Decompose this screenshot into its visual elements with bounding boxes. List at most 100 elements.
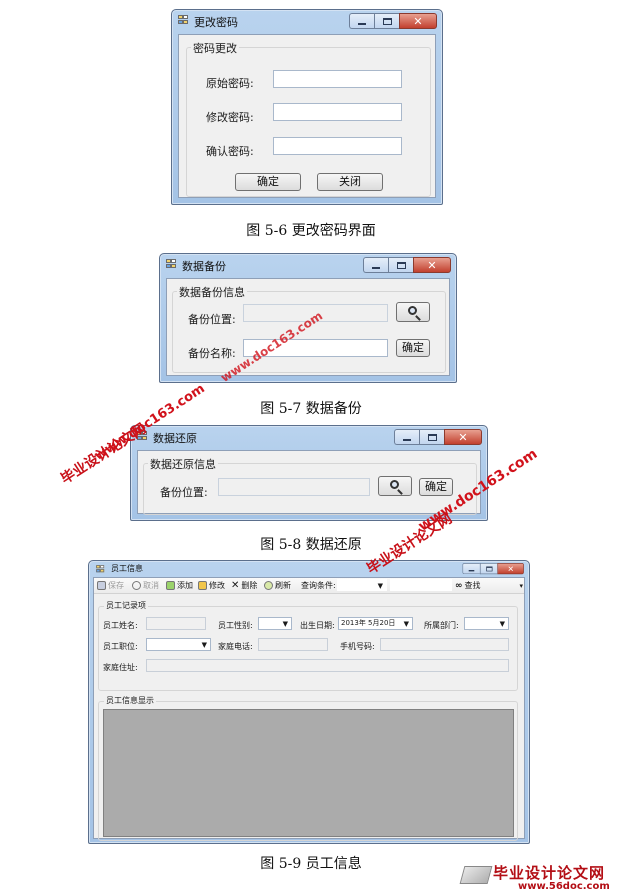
new-password-label: 修改密码: [206,111,254,124]
restore-location-label: 备份位置: [160,486,208,499]
close-icon: ✕ [458,431,468,444]
chevron-down-icon: ▼ [282,620,288,628]
title-bar[interactable]: 更改密码 ✕ [172,10,442,32]
employee-gender-select[interactable]: ▼ [258,617,292,630]
close-window-button[interactable]: ✕ [497,563,524,575]
employee-gender-label: 员工性别: [218,621,253,630]
footer-watermark-url: www.56doc.com [518,881,610,892]
window-client: 数据还原信息 备份位置: 确定 [137,450,481,515]
maximize-icon [397,262,406,269]
chevron-down-icon: ▼ [499,620,505,628]
search-icon [390,480,399,489]
footer-logo-icon [459,866,493,884]
chevron-down-icon: ▼ [201,641,207,649]
window-title: 员工信息 [111,564,143,573]
save-label: 保存 [108,581,124,590]
close-window-button[interactable]: ✕ [413,257,451,273]
restore-group-label: 数据还原信息 [148,456,218,472]
backup-location-label: 备份位置: [188,313,236,326]
maximize-button[interactable] [479,563,498,575]
query-condition-label: 查询条件: [301,581,336,590]
employee-position-select[interactable]: ▼ [146,638,211,651]
query-condition-select[interactable]: ▼ [337,579,387,591]
home-address-input[interactable] [146,659,509,672]
save-button[interactable]: 保存 [97,580,124,591]
birth-date-value: 2013年 5月20日 [341,619,396,627]
home-phone-input[interactable] [258,638,328,651]
original-password-input[interactable] [273,70,402,88]
edit-button[interactable]: 修改 [198,580,225,591]
refresh-icon [264,581,273,590]
toolbar: 保存 取消 添加 修改 ✕ 删除 刷新 查询条件: ▼ ∞ 查找 ▾ [94,578,524,594]
add-button[interactable]: 添加 [166,580,193,591]
window-title: 数据还原 [153,432,197,445]
backup-name-label: 备份名称: [188,347,236,360]
query-input[interactable] [390,579,452,591]
cancel-button[interactable]: 取消 [132,580,159,591]
window-client: 保存 取消 添加 修改 ✕ 删除 刷新 查询条件: ▼ ∞ 查找 ▾ 员工记录项 员… [93,577,525,841]
minimize-button[interactable] [363,257,388,273]
home-address-label: 家庭住址: [103,663,138,672]
close-icon: ✕ [413,15,423,28]
binoculars-icon: ∞ [455,580,463,591]
data-restore-window: 数据还原 ✕ 数据还原信息 备份位置: 确定 [130,425,488,521]
app-icon [166,259,178,270]
window-client: 密码更改 原始密码: 修改密码: 确认密码: 确定 关闭 [178,34,436,198]
title-bar[interactable]: 数据还原 ✕ [131,426,487,448]
window-title: 数据备份 [182,260,226,273]
caption-figure-5-8: 图 5-8 数据还原 [260,537,362,553]
browse-button[interactable] [378,476,412,496]
chevron-down-icon: ▼ [377,582,383,590]
employee-name-label: 员工姓名: [103,621,138,630]
edit-label: 修改 [209,581,225,590]
maximize-icon [383,18,392,25]
delete-icon: ✕ [231,580,240,591]
close-window-button[interactable]: ✕ [399,13,437,29]
maximize-button[interactable] [374,13,399,29]
display-group-label: 员工信息显示 [104,695,156,706]
employee-data-grid[interactable] [103,709,514,837]
title-bar[interactable]: 数据备份 ✕ [160,254,456,276]
original-password-label: 原始密码: [206,77,254,90]
confirm-password-input[interactable] [273,137,402,155]
backup-ok-button[interactable]: 确定 [396,339,430,357]
new-password-input[interactable] [273,103,402,121]
close-window-button[interactable]: ✕ [444,429,482,445]
close-button[interactable]: 关闭 [317,173,383,191]
toolbar-overflow-icon[interactable]: ▾ [519,582,523,590]
search-icon [408,306,417,315]
birth-date-picker[interactable]: 2013年 5月20日 ▼ [338,617,413,630]
cancel-label: 取消 [143,581,159,590]
employee-name-input[interactable] [146,617,206,630]
close-icon: ✕ [427,259,437,272]
maximize-button[interactable] [388,257,413,273]
mobile-input[interactable] [380,638,509,651]
restore-location-input[interactable] [218,478,370,496]
minimize-button[interactable] [394,429,419,445]
maximize-button[interactable] [419,429,444,445]
employee-position-label: 员工职位: [103,642,138,651]
department-label: 所属部门: [424,621,459,630]
app-icon [96,565,106,574]
delete-label: 删除 [241,581,258,590]
maximize-icon [486,566,493,572]
browse-button[interactable] [396,302,430,322]
ok-button[interactable]: 确定 [235,173,301,191]
department-select[interactable]: ▼ [464,617,509,630]
undo-icon [132,581,141,590]
employee-info-window: 员工信息 ✕ 保存 取消 添加 修改 ✕ 删除 刷新 查询条件: ▼ ∞ 查找 ▾ … [88,560,530,844]
title-bar[interactable]: 员工信息 ✕ [89,561,529,577]
add-label: 添加 [177,581,193,590]
refresh-button[interactable]: 刷新 [264,580,291,591]
restore-ok-button[interactable]: 确定 [419,478,453,496]
minimize-icon [403,439,411,441]
mobile-label: 手机号码: [340,642,375,651]
find-button[interactable]: ∞ 查找 [455,580,481,591]
birth-date-label: 出生日期: [300,621,335,630]
minimize-button[interactable] [349,13,374,29]
delete-button[interactable]: ✕ 删除 [231,580,257,591]
home-phone-label: 家庭电话: [218,642,253,651]
caption-figure-5-7: 图 5-7 数据备份 [260,401,362,417]
add-icon [166,581,175,590]
minimize-button[interactable] [462,563,480,575]
